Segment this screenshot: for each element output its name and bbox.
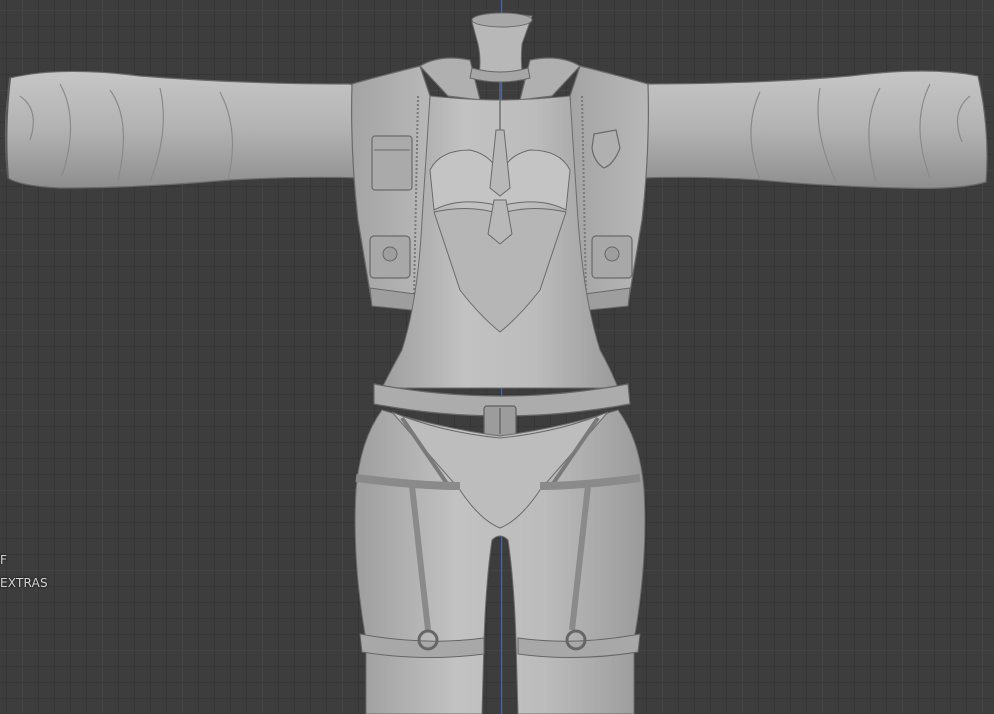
legs bbox=[354, 409, 646, 714]
3d-viewport[interactable]: F EXTRAS bbox=[0, 0, 994, 714]
viewport-overlay-text-2: EXTRAS bbox=[0, 576, 48, 590]
right-sleeve bbox=[639, 70, 988, 189]
left-sleeve bbox=[4, 70, 363, 189]
viewport-overlay-text-1: F bbox=[0, 553, 8, 567]
sculpt-model[interactable] bbox=[0, 0, 994, 714]
